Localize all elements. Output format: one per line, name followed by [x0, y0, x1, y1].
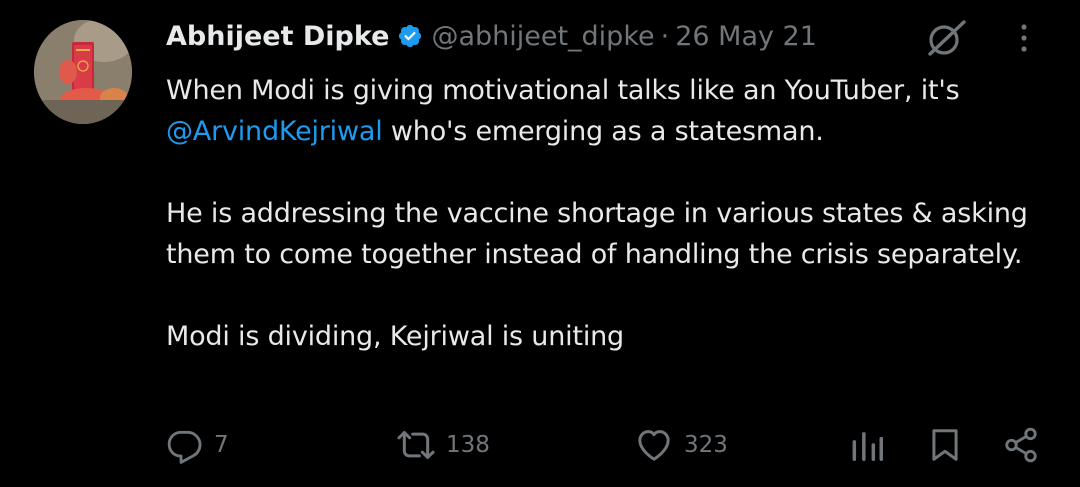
tweet-paragraph-1: When Modi is giving motivational talks l…: [166, 70, 1046, 152]
repost-count: 138: [446, 432, 490, 458]
tweet-paragraph-2: He is addressing the vaccine shortage in…: [166, 198, 1028, 270]
separator-dot: ·: [660, 20, 670, 52]
heart-icon: [638, 430, 670, 461]
tweet-line-1: When Modi is giving motivational talks l…: [166, 75, 960, 106]
tweet[interactable]: Abhijeet Dipke @abhijeet_dipke · 26 May …: [0, 0, 1080, 487]
verified-badge-icon: [397, 23, 423, 49]
share-icon: [1005, 427, 1037, 463]
reply-icon: [167, 430, 202, 464]
more-vertical-icon[interactable]: [1012, 18, 1036, 58]
avatar[interactable]: [34, 20, 132, 124]
bookmark-icon: [932, 429, 958, 461]
tweet-line-2-rest: who's emerging as a statesman.: [382, 116, 824, 147]
like-button[interactable]: 323: [634, 420, 728, 470]
author-handle[interactable]: @abhijeet_dipke: [431, 21, 654, 52]
reply-button[interactable]: 7: [166, 420, 229, 470]
reply-count: 7: [214, 432, 229, 458]
like-count: 323: [684, 432, 728, 458]
grok-icon[interactable]: [922, 16, 970, 60]
repost-icon: [397, 431, 435, 459]
repost-button[interactable]: 138: [396, 420, 490, 470]
tweet-date[interactable]: 26 May 21: [675, 21, 817, 52]
avatar-image: [34, 20, 132, 124]
tweet-text: When Modi is giving motivational talks l…: [166, 70, 1046, 357]
tweet-actions: 7 138 323: [0, 420, 1080, 470]
share-button[interactable]: [1002, 420, 1040, 470]
analytics-icon: [852, 432, 883, 461]
views-button[interactable]: [848, 420, 886, 470]
bookmark-button[interactable]: [926, 420, 964, 470]
tweet-paragraph-3: Modi is dividing, Kejriwal is uniting: [166, 321, 624, 352]
mention-link[interactable]: @ArvindKejriwal: [166, 116, 383, 147]
author-display-name[interactable]: Abhijeet Dipke: [166, 21, 389, 52]
tweet-header: Abhijeet Dipke @abhijeet_dipke · 26 May …: [166, 14, 817, 58]
